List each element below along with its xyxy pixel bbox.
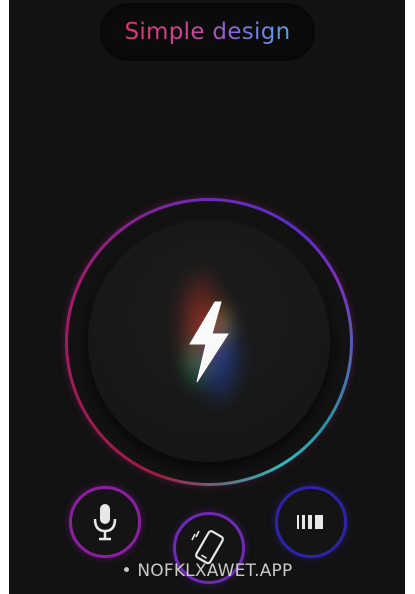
app-screen: Simple design • NOFKLXAWET.APP bbox=[9, 0, 405, 594]
strobe-icon bbox=[297, 515, 323, 529]
app-title: Simple design bbox=[124, 19, 291, 45]
microphone-button[interactable] bbox=[69, 486, 141, 558]
strobe-button[interactable] bbox=[275, 486, 347, 558]
lightning-bolt-icon bbox=[189, 301, 229, 383]
microphone-icon bbox=[93, 504, 117, 541]
title-pill: Simple design bbox=[100, 3, 315, 61]
watermark: • NOFKLXAWET.APP bbox=[121, 561, 293, 581]
